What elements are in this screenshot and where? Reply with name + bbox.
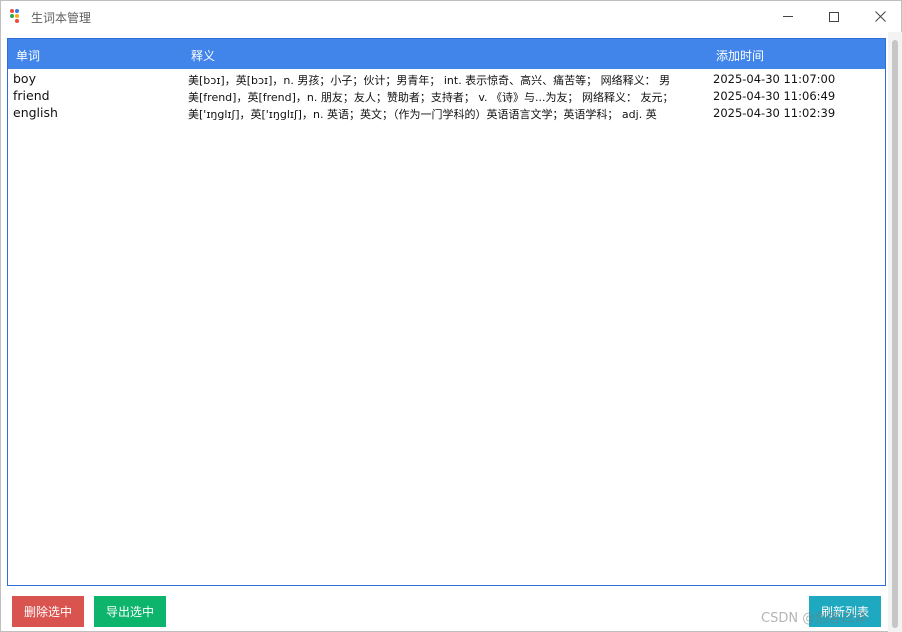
table-header: 单词 释义 添加时间	[8, 39, 885, 69]
cell-definition: 美['ɪŋglɪʃ]，英['ɪŋglɪʃ]，n. 英语；英文；（作为一门学科的）…	[188, 108, 657, 121]
cell-definition: 美[frend]，英[frend]，n. 朋友；友人；赞助者；支持者； v. 《…	[188, 91, 674, 104]
table-body: boy 美[bɔɪ]，英[bɔɪ]，n. 男孩；小子；伙计；男青年； int. …	[8, 71, 885, 122]
window-title: 生词本管理	[31, 11, 92, 25]
refresh-list-button[interactable]: 刷新列表	[809, 596, 881, 627]
column-header-definition[interactable]: 释义	[191, 47, 215, 64]
word-table[interactable]: 单词 释义 添加时间 boy 美[bɔɪ]，英[bɔɪ]，n. 男孩；小子；伙计…	[7, 38, 886, 586]
cell-added-time: 2025-04-30 11:02:39	[713, 106, 836, 120]
close-button[interactable]	[857, 1, 902, 32]
app-dots-icon	[10, 9, 24, 23]
export-selected-button[interactable]: 导出选中	[94, 596, 166, 627]
cell-definition: 美[bɔɪ]，英[bɔɪ]，n. 男孩；小子；伙计；男青年； int. 表示惊奇…	[188, 74, 671, 87]
maximize-button[interactable]	[811, 1, 857, 32]
cell-word: boy	[13, 71, 36, 86]
minimize-button[interactable]	[765, 1, 811, 32]
cell-word: english	[13, 105, 58, 120]
column-header-word[interactable]: 单词	[16, 47, 40, 64]
cell-added-time: 2025-04-30 11:06:49	[713, 89, 836, 103]
table-row[interactable]: english 美['ɪŋglɪʃ]，英['ɪŋglɪʃ]，n. 英语；英文；（…	[8, 105, 885, 122]
cell-word: friend	[13, 88, 50, 103]
vocabulary-window: 生词本管理 单词 释义 添加时间 boy 美[bɔɪ]，英[bɔɪ]，n. 男孩…	[0, 0, 902, 632]
scrollbar-thumb	[892, 40, 898, 628]
maximize-icon	[829, 11, 839, 22]
cell-added-time: 2025-04-30 11:07:00	[713, 72, 836, 86]
table-row[interactable]: friend 美[frend]，英[frend]，n. 朋友；友人；赞助者；支持…	[8, 88, 885, 105]
background-scrollbar	[888, 32, 902, 632]
minimize-icon	[783, 16, 793, 17]
delete-selected-button[interactable]: 删除选中	[12, 596, 84, 627]
close-icon	[874, 11, 886, 22]
column-header-added-time[interactable]: 添加时间	[716, 47, 764, 64]
table-row[interactable]: boy 美[bɔɪ]，英[bɔɪ]，n. 男孩；小子；伙计；男青年； int. …	[8, 71, 885, 88]
title-bar[interactable]: 生词本管理	[1, 1, 901, 33]
